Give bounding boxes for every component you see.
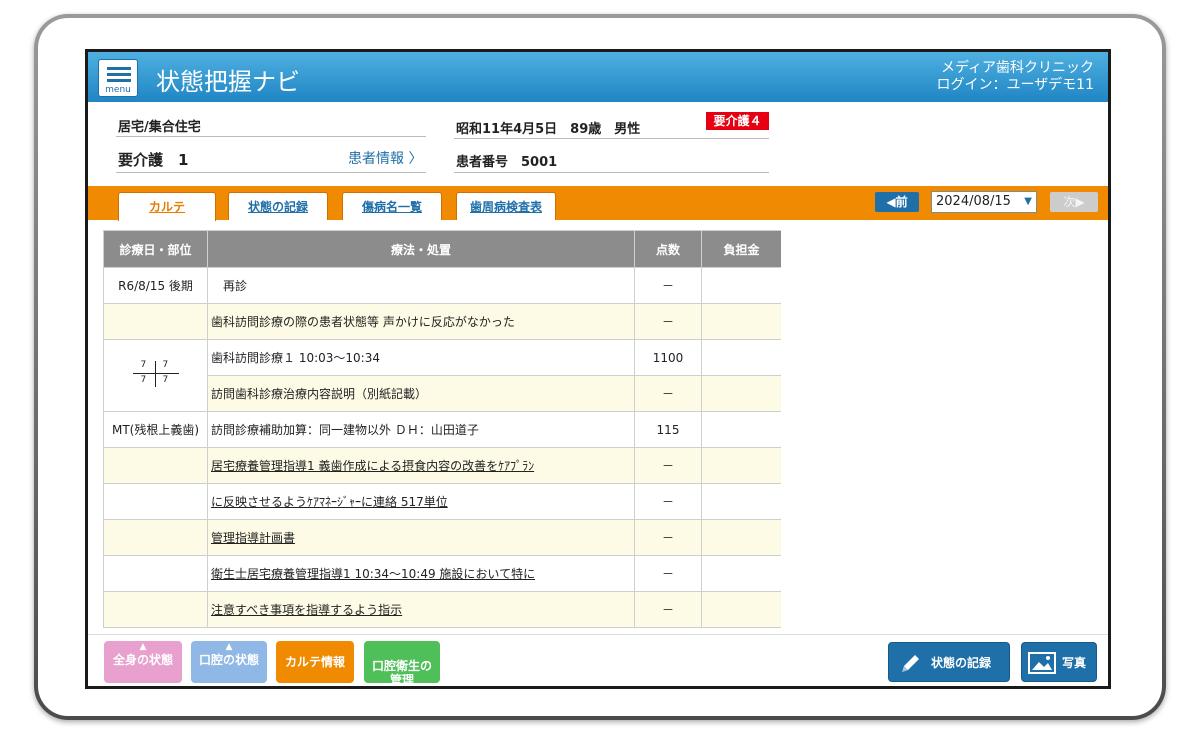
cell-treatment: 訪問歯科診療治療内容説明（別紙記載）	[207, 375, 635, 412]
cell-fee	[701, 483, 781, 520]
chevron-down-icon: ▼	[1024, 196, 1032, 207]
cell-fee	[701, 519, 781, 556]
status-record-button[interactable]: 状態の記録	[888, 642, 1010, 682]
patient-info-link[interactable]: 患者情報 〉	[348, 148, 422, 168]
tab-status-record[interactable]: 状態の記録	[228, 192, 328, 220]
cell-fee	[701, 339, 781, 376]
cell-treatment	[207, 627, 635, 628]
cell-date: R6/8/15 後期	[103, 267, 208, 304]
table-row[interactable]: 歯科訪問診療の際の患者状態等 声かけに反応がなかった －	[103, 303, 781, 340]
cell-date	[103, 627, 208, 628]
cell-points: 1100	[634, 339, 702, 376]
table-row[interactable]	[103, 627, 781, 628]
cell-date	[103, 303, 208, 340]
cell-treatment: 歯科訪問診療１ 10:03～10:34	[207, 339, 635, 376]
clinic-info: メディア歯科クリニック ログイン：ユーザデモ11	[936, 60, 1094, 94]
oral-status-button[interactable]: ▲ 口腔の状態	[191, 641, 267, 683]
menu-label: menu	[105, 85, 131, 95]
body-status-button[interactable]: ▲ 全身の状態	[104, 641, 182, 683]
cell-treatment: 歯科訪問診療の際の患者状態等 声かけに反応がなかった	[207, 303, 635, 340]
photo-button[interactable]: 写真	[1021, 642, 1097, 682]
karte-table: 診療日・部位 療法・処置 点数 負担金 R6/8/15 後期 再診 － 歯科訪問…	[103, 230, 781, 628]
cell-treatment: 訪問診療補助加算：同一建物以外 ＤＨ：山田道子	[207, 411, 635, 448]
table-row[interactable]: 注意すべき事項を指導するよう指示 －	[103, 591, 781, 628]
cell-fee	[701, 555, 781, 592]
cell-points: 115	[634, 411, 702, 448]
cell-points	[634, 627, 702, 628]
cell-fee	[701, 375, 781, 412]
pencil-icon	[902, 655, 919, 672]
cell-points: －	[634, 591, 702, 628]
cell-date	[103, 519, 208, 556]
col-header-date: 診療日・部位	[103, 230, 208, 268]
oral-hygiene-button[interactable]: 口腔衛生の 管理	[364, 641, 440, 686]
tab-bar: カルテ 状態の記録 傷病名一覧 歯周病検査表 ◀前 2024/08/15 ▼ 次…	[88, 186, 1108, 221]
status-record-label: 状態の記録	[931, 656, 992, 670]
cell-fee	[701, 627, 781, 628]
tooth-chart: 7 7 7 7	[132, 359, 179, 389]
col-header-points: 点数	[634, 230, 702, 268]
caret-up-icon: ▲	[225, 642, 233, 652]
cell-treatment: 衛生士居宅療養管理指導1 10:34～10:49 施設において特に	[207, 555, 635, 592]
cell-treatment: 居宅療養管理指導1 義歯作成による摂食内容の改善をｹｱﾌﾟﾗﾝ	[207, 447, 635, 484]
birth-age-sex: 昭和11年4月5日 89歳 男性	[456, 122, 641, 137]
cell-points: －	[634, 303, 702, 340]
care-level: 要介護 1	[118, 151, 189, 169]
col-header-fee: 負担金	[701, 230, 781, 268]
app-header: menu 状態把握ナビ メディア歯科クリニック ログイン：ユーザデモ11	[88, 52, 1108, 102]
cell-points: －	[634, 555, 702, 592]
cell-date	[103, 591, 208, 628]
photo-icon	[1028, 652, 1056, 674]
cell-tooth-chart: 7 7 7 7	[103, 339, 208, 412]
karte-info-button[interactable]: カルテ情報	[276, 641, 354, 683]
table-row[interactable]: 居宅療養管理指導1 義歯作成による摂食内容の改善をｹｱﾌﾟﾗﾝ －	[103, 447, 781, 484]
residence-type: 居宅/集合住宅	[118, 120, 201, 135]
karte-table-scroll[interactable]: 診療日・部位 療法・処置 点数 負担金 R6/8/15 後期 再診 － 歯科訪問…	[103, 230, 781, 628]
cell-treatment: 管理指導計画書	[207, 519, 635, 556]
cell-fee	[701, 591, 781, 628]
table-row[interactable]: MT(残根上義歯) 訪問診療補助加算：同一建物以外 ＤＨ：山田道子 115	[103, 411, 781, 448]
prev-date-button[interactable]: ◀前	[875, 192, 919, 212]
tab-perio-exam[interactable]: 歯周病検査表	[456, 192, 556, 220]
cell-treatment: に反映させるようｹｱﾏﾈｰｼﾞｬｰに連絡 517単位	[207, 483, 635, 520]
table-row[interactable]: 管理指導計画書 －	[103, 519, 781, 556]
cell-fee	[701, 267, 781, 304]
table-header-row: 診療日・部位 療法・処置 点数 負担金	[103, 230, 781, 268]
table-row[interactable]: に反映させるようｹｱﾏﾈｰｼﾞｬｰに連絡 517単位 －	[103, 483, 781, 520]
table-row[interactable]: R6/8/15 後期 再診 －	[103, 267, 781, 304]
patient-number: 患者番号 5001	[456, 155, 558, 170]
cell-date	[103, 483, 208, 520]
clinic-name: メディア歯科クリニック	[940, 60, 1094, 76]
menu-button[interactable]: menu	[98, 59, 138, 97]
cell-points: －	[634, 267, 702, 304]
login-user: ログイン：ユーザデモ11	[936, 77, 1094, 93]
cell-fee	[701, 411, 781, 448]
cell-points: －	[634, 447, 702, 484]
cell-points: －	[634, 483, 702, 520]
cell-points: －	[634, 375, 702, 412]
app-title: 状態把握ナビ	[156, 68, 300, 96]
table-row[interactable]: 衛生士居宅療養管理指導1 10:34～10:49 施設において特に －	[103, 555, 781, 592]
photo-label: 写真	[1062, 656, 1087, 670]
patient-info: 居宅/集合住宅 昭和11年4月5日 89歳 男性 要介護４ 要介護 1 患者情報…	[88, 102, 1108, 186]
table-row[interactable]: 7 7 7 7 歯科訪問診療１ 10:03～10:34 1100	[103, 339, 781, 412]
cell-points: －	[634, 519, 702, 556]
col-header-treatment: 療法・処置	[207, 230, 635, 268]
date-value: 2024/08/15	[936, 194, 1011, 209]
caret-up-icon: ▲	[139, 642, 147, 652]
cell-date	[103, 555, 208, 592]
cell-date	[103, 447, 208, 484]
cell-treatment: 再診	[207, 267, 635, 304]
cell-fee	[701, 303, 781, 340]
app-screen: menu 状態把握ナビ メディア歯科クリニック ログイン：ユーザデモ11 居宅/…	[85, 49, 1111, 689]
date-select[interactable]: 2024/08/15 ▼	[931, 191, 1037, 213]
next-date-button[interactable]: 次▶	[1050, 192, 1098, 212]
bottom-toolbar: ▲ 全身の状態 ▲ 口腔の状態 カルテ情報 口腔衛生の 管理 状態の記録 写真	[88, 634, 1108, 686]
care-level-badge: 要介護４	[706, 112, 769, 130]
cell-treatment: 注意すべき事項を指導するよう指示	[207, 591, 635, 628]
tab-karte[interactable]: カルテ	[118, 192, 216, 221]
tab-disease-list[interactable]: 傷病名一覧	[342, 192, 442, 220]
cell-fee	[701, 447, 781, 484]
cell-date: MT(残根上義歯)	[103, 411, 208, 448]
